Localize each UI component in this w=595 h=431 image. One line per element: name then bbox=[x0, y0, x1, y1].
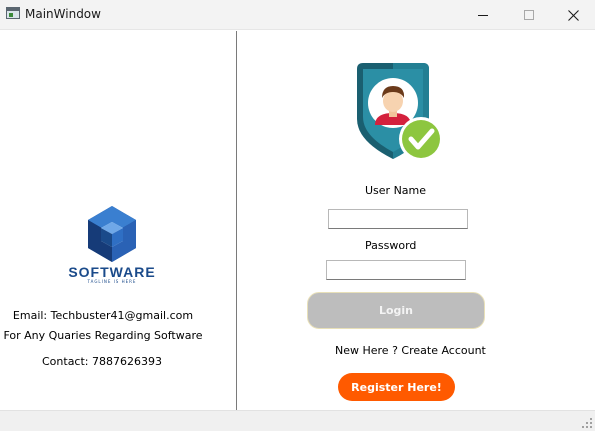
app-window-icon bbox=[6, 7, 20, 19]
register-button[interactable]: Register Here! bbox=[338, 373, 455, 401]
create-account-prompt: New Here ? Create Account bbox=[335, 344, 486, 357]
close-icon bbox=[567, 9, 579, 21]
contact-email: Email: Techbuster41@gmail.com bbox=[12, 309, 194, 322]
user-shield-check-icon bbox=[357, 63, 443, 161]
info-panel: SOFTWARE TAGLINE IS HERE Email: Techbust… bbox=[0, 31, 236, 410]
close-button[interactable] bbox=[550, 0, 595, 30]
logo-wordmark: SOFTWARE bbox=[68, 264, 156, 280]
minimize-icon bbox=[478, 14, 488, 16]
contact-phone: Contact: 7887626393 bbox=[42, 355, 162, 368]
password-input[interactable] bbox=[326, 260, 466, 280]
status-bar bbox=[0, 410, 595, 431]
title-bar: MainWindow bbox=[0, 0, 595, 30]
queries-text: For Any Quaries Regarding Software bbox=[3, 329, 203, 342]
login-panel: User Name Password Login New Here ? Crea… bbox=[237, 31, 595, 410]
software-logo: SOFTWARE TAGLINE IS HERE bbox=[62, 204, 162, 284]
username-label: User Name bbox=[365, 184, 427, 197]
window-title: MainWindow bbox=[25, 7, 101, 21]
username-input[interactable] bbox=[328, 209, 468, 229]
logo-tagline: TAGLINE IS HERE bbox=[87, 279, 137, 284]
resize-grip-icon[interactable] bbox=[582, 418, 592, 428]
minimize-button[interactable] bbox=[460, 0, 506, 30]
password-label: Password bbox=[365, 239, 417, 252]
cube-logo-icon bbox=[88, 206, 136, 262]
login-button[interactable]: Login bbox=[307, 292, 485, 329]
maximize-button[interactable] bbox=[506, 0, 552, 30]
maximize-icon bbox=[524, 10, 534, 20]
